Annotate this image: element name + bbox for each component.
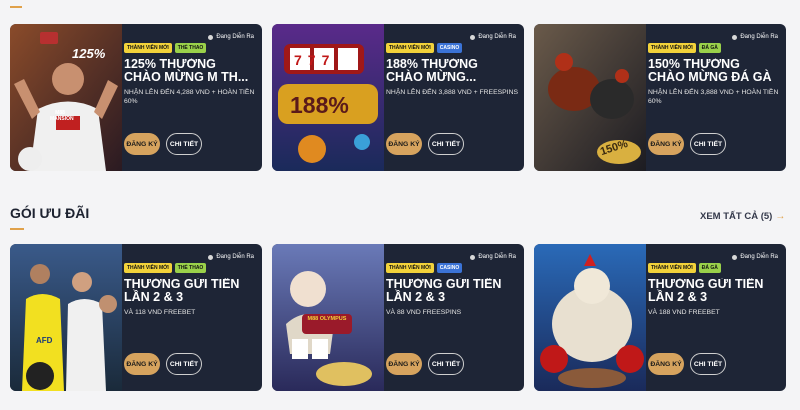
package-tags: THÀNH VIÊN MỚI ĐÁ GÀ [648, 263, 780, 273]
tag-category: CASINO [436, 43, 463, 53]
tag-new-member: THÀNH VIÊN MỚI [124, 263, 172, 273]
tag-category: CASINO [436, 263, 463, 273]
promo-description: NHẬN LÊN ĐẾN 3,888 VND + HOÀN TIỀN 60% [648, 89, 779, 105]
package-actions: ĐĂNG KÝ CHI TIẾT [648, 353, 726, 375]
package-status: Đang Diễn Ra [208, 254, 254, 260]
package-actions: ĐĂNG KÝ CHI TIẾT [386, 353, 464, 375]
details-button[interactable]: CHI TIẾT [166, 353, 202, 375]
package-tags: THÀNH VIÊN MỚI CASINO [386, 263, 518, 273]
package-title: THƯỞNG GỬI TIỀN LẦN 2 & 3 [124, 278, 240, 304]
promo-title: 188% THƯỞNG CHÀO MỪNG... [386, 58, 478, 84]
details-button[interactable]: CHI TIẾT [428, 353, 464, 375]
package-status-label: Đang Diễn Ra [740, 254, 778, 260]
details-button[interactable]: CHI TIẾT [690, 353, 726, 375]
package-status-label: Đang Diễn Ra [216, 254, 254, 260]
details-button[interactable]: CHI TIẾT [166, 133, 202, 155]
promo-actions: ĐĂNG KÝ CHI TIẾT [648, 133, 726, 155]
live-dot-icon [470, 254, 476, 260]
package-description: VÀ 88 VND FREESPINS [386, 309, 462, 316]
tag-category: THỂ THAO [174, 263, 207, 273]
package-card-cockfight[interactable]: Đang Diễn Ra THÀNH VIÊN MỚI ĐÁ GÀ THƯỞNG… [534, 244, 786, 391]
tag-new-member: THÀNH VIÊN MỚI [648, 43, 696, 53]
promo-art-percent: 125% [72, 46, 106, 61]
promo-status: Đang Diễn Ra [208, 34, 254, 40]
promo-status-label: Đang Diễn Ra [216, 34, 254, 40]
view-all-link[interactable]: XEM TẤT CẢ (5) → [700, 211, 785, 222]
promo-tags: THÀNH VIÊN MỚI ĐÁ GÀ [648, 43, 780, 53]
promo-description: NHẬN LÊN ĐẾN 3,888 VND + FREESPINS [386, 89, 519, 96]
promo-status: Đang Diễn Ra [732, 34, 778, 40]
register-button[interactable]: ĐĂNG KÝ [648, 133, 684, 155]
package-status: Đang Diễn Ra [732, 254, 778, 260]
tag-new-member: THÀNH VIÊN MỚI [386, 43, 434, 53]
live-dot-icon [470, 34, 476, 40]
register-button[interactable]: ĐĂNG KÝ [386, 353, 422, 375]
package-title: THƯỞNG GỬI TIỀN LẦN 2 & 3 [386, 278, 502, 304]
promo-actions: ĐĂNG KÝ CHI TIẾT [124, 133, 202, 155]
register-button[interactable]: ĐĂNG KÝ [648, 353, 684, 375]
promo-tags: THÀNH VIÊN MỚI CASINO [386, 43, 518, 53]
promo-card-casino-welcome[interactable]: 188% 777 Đang Diễn Ra THÀNH VIÊN MỚI CAS… [272, 24, 524, 171]
promo-tags: THÀNH VIÊN MỚI THỂ THAO [124, 43, 256, 53]
register-button[interactable]: ĐĂNG KÝ [124, 353, 160, 375]
register-button[interactable]: ĐĂNG KÝ [124, 133, 160, 155]
promo-status-label: Đang Diễn Ra [478, 34, 516, 40]
arrow-right-icon: → [775, 211, 786, 222]
package-status-label: Đang Diễn Ra [478, 254, 516, 260]
package-status: Đang Diễn Ra [470, 254, 516, 260]
package-description: VÀ 118 VND FREEBET [124, 309, 196, 316]
details-button[interactable]: CHI TIẾT [428, 133, 464, 155]
tag-new-member: THÀNH VIÊN MỚI [124, 43, 172, 53]
package-tags: THÀNH VIÊN MỚI THỂ THAO [124, 263, 256, 273]
package-art-sport [10, 244, 122, 391]
section-underline [10, 228, 24, 230]
promo-status: Đang Diễn Ra [470, 34, 516, 40]
tag-new-member: THÀNH VIÊN MỚI [386, 263, 434, 273]
promo-title: 125% THƯỞNG CHÀO MỪNG M TH... [124, 58, 249, 84]
promotions-page: 125% M88 MANSION Đang Diễn Ra THÀNH VIÊN… [0, 0, 800, 410]
promo-art-percent: 188% [290, 92, 349, 118]
live-dot-icon [732, 34, 738, 40]
featured-promotions-row: 125% M88 MANSION Đang Diễn Ra THÀNH VIÊN… [10, 24, 786, 171]
package-description: VÀ 188 VND FREEBET [648, 309, 720, 316]
promo-art-logo: M88 MANSION [50, 110, 74, 122]
package-card-casino[interactable]: M88 OLYMPUS Đang Diễn Ra THÀNH VIÊN MỚI … [272, 244, 524, 391]
live-dot-icon [208, 254, 214, 260]
promo-card-sport-welcome[interactable]: 125% M88 MANSION Đang Diễn Ra THÀNH VIÊN… [10, 24, 262, 171]
package-art-logo: AFD [36, 336, 53, 345]
package-actions: ĐĂNG KÝ CHI TIẾT [124, 353, 202, 375]
promo-status-label: Đang Diễn Ra [740, 34, 778, 40]
tag-category: ĐÁ GÀ [698, 263, 721, 273]
package-art-cockfight [534, 244, 646, 391]
details-button[interactable]: CHI TIẾT [690, 133, 726, 155]
section-title: GÓI ƯU ĐÃI [10, 205, 90, 221]
package-title: THƯỞNG GỬI TIỀN LẦN 2 & 3 [648, 278, 764, 304]
package-card-sport[interactable]: AFD Đang Diễn Ra THÀNH VIÊN MỚI THỂ THAO… [10, 244, 262, 391]
promo-art-logo: 777 [294, 52, 336, 68]
tag-category: ĐÁ GÀ [698, 43, 721, 53]
live-dot-icon [732, 254, 738, 260]
tag-new-member: THÀNH VIÊN MỚI [648, 263, 696, 273]
section-accent-line [10, 6, 22, 8]
promo-description: NHẬN LÊN ĐẾN 4,288 VND + HOÀN TIỀN 60% [124, 89, 255, 105]
tag-category: THỂ THAO [174, 43, 207, 53]
packages-row: AFD Đang Diễn Ra THÀNH VIÊN MỚI THỂ THAO… [10, 244, 786, 391]
promo-actions: ĐĂNG KÝ CHI TIẾT [386, 133, 464, 155]
register-button[interactable]: ĐĂNG KÝ [386, 133, 422, 155]
live-dot-icon [208, 34, 214, 40]
view-all-label: XEM TẤT CẢ (5) [700, 211, 773, 222]
package-art-logo: M88 OLYMPUS [307, 316, 347, 322]
promo-card-cockfight-welcome[interactable]: 150% Đang Diễn Ra THÀNH VIÊN MỚI ĐÁ GÀ 1… [534, 24, 786, 171]
promo-title: 150% THƯỞNG CHÀO MỪNG ĐÁ GÀ [648, 58, 772, 84]
